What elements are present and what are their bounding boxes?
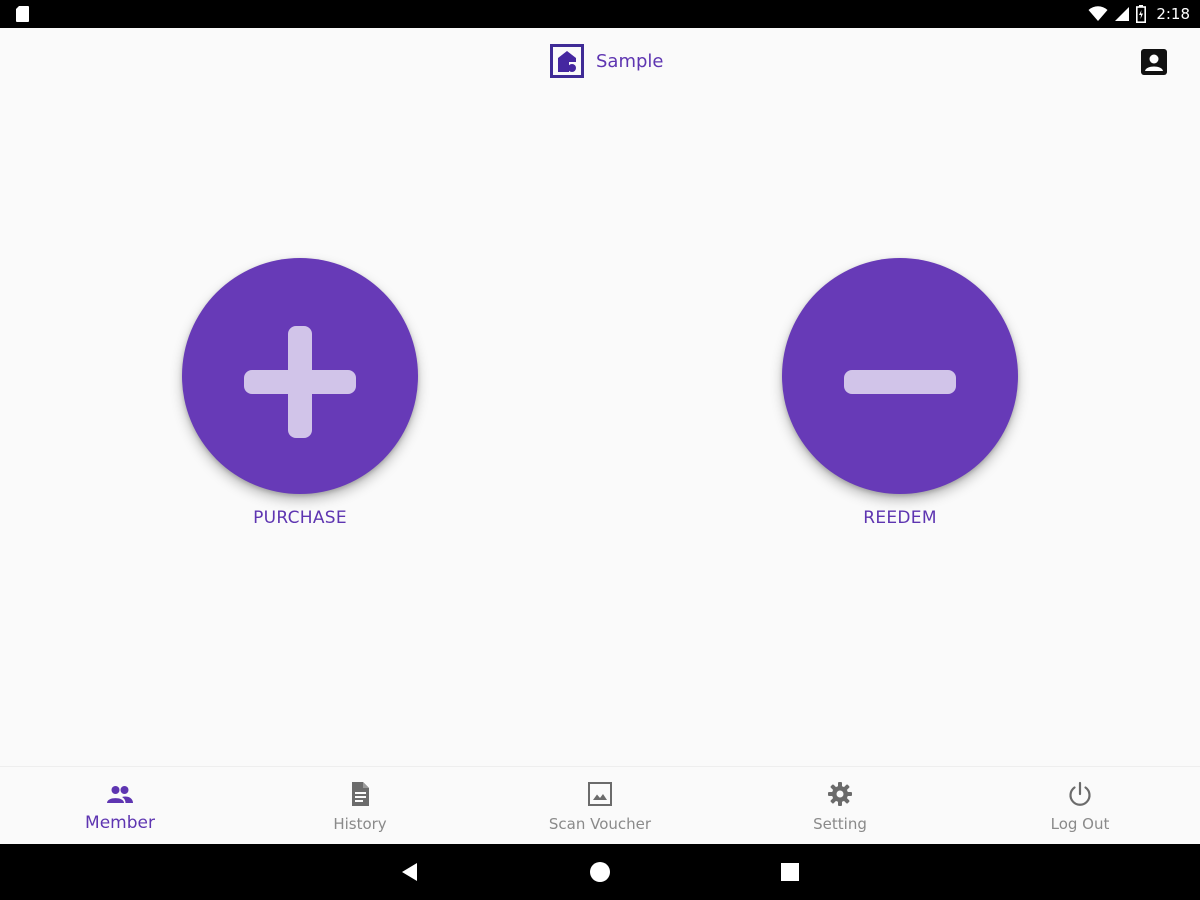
nav-label-history: History [333,815,387,833]
nav-label-scan-voucher: Scan Voucher [548,815,652,833]
people-icon [107,786,133,803]
system-navigation-bar [0,844,1200,900]
status-time: 2:18 [1156,5,1190,23]
gear-icon [828,782,852,806]
wifi-icon [1088,6,1108,21]
battery-icon [1136,5,1147,23]
nav-item-history[interactable]: History [240,767,480,845]
account-box-icon[interactable] [1140,48,1168,76]
plus-icon [244,326,356,438]
app-screen: 2:18 Sample PURCHASE REEDEM Member Histo… [0,0,1200,900]
redeem-action: REEDEM [782,258,1018,528]
sd-card-icon [16,6,29,22]
bottom-navigation: Member History Scan Voucher Setting Log … [0,766,1200,845]
nav-label-setting: Setting [813,815,867,833]
recents-icon[interactable] [778,860,802,884]
minus-icon [844,370,956,394]
brand: Sample [550,44,664,78]
redeem-label: REEDEM [863,508,937,528]
redeem-button[interactable] [782,258,1018,494]
signal-icon [1115,7,1130,21]
document-icon [352,782,369,806]
app-bar: Sample [0,28,1200,94]
purchase-button[interactable] [182,258,418,494]
purchase-label: PURCHASE [253,508,347,528]
nav-item-setting[interactable]: Setting [720,767,960,845]
back-icon[interactable] [398,860,422,884]
nav-item-scan-voucher[interactable]: Scan Voucher [480,767,720,845]
home-icon[interactable] [588,860,612,884]
nav-label-member: Member [85,813,155,833]
power-icon [1069,781,1091,806]
app-title: Sample [596,50,664,72]
nav-label-log-out: Log Out [1050,815,1110,833]
nav-item-member[interactable]: Member [0,767,240,845]
image-icon [588,782,612,806]
app-logo-icon [550,44,584,78]
status-bar: 2:18 [0,0,1200,28]
nav-item-log-out[interactable]: Log Out [960,767,1200,845]
purchase-action: PURCHASE [182,258,418,528]
status-icons: 2:18 [1088,0,1190,28]
